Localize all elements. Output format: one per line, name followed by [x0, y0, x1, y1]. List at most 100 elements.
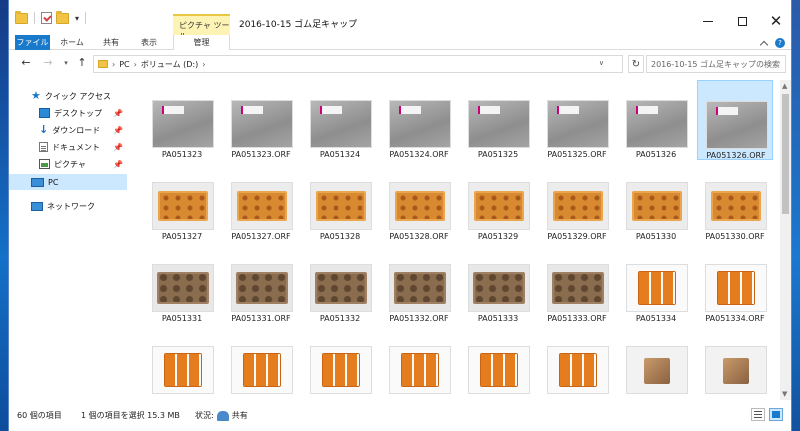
file-item[interactable]: PA051330.ORF: [697, 162, 773, 242]
sidebar-item-network[interactable]: ネットワーク: [9, 198, 127, 214]
file-thumbnail: [310, 346, 372, 394]
file-thumbnail: [389, 182, 451, 230]
scroll-down-icon[interactable]: ▼: [782, 390, 787, 398]
product-photo: [316, 191, 366, 221]
close-button[interactable]: ✕: [761, 12, 791, 30]
file-item[interactable]: PA051325.ORF: [539, 80, 615, 160]
file-item[interactable]: PA051328.ORF: [381, 162, 457, 242]
product-photo: [560, 354, 596, 386]
file-item[interactable]: PA051334: [618, 244, 694, 324]
sidebar-item-quick-access[interactable]: ★ クイック アクセス: [9, 88, 127, 104]
file-item[interactable]: [223, 326, 299, 400]
sidebar-item-pictures[interactable]: ピクチャ 📌: [9, 156, 127, 172]
product-photo: [473, 272, 525, 304]
maximize-button[interactable]: [727, 12, 757, 30]
tab-view[interactable]: 表示: [134, 35, 164, 50]
tab-file[interactable]: ファイル: [15, 35, 50, 50]
sidebar-item-pc[interactable]: PC: [9, 174, 127, 190]
sidebar-item-downloads[interactable]: ↓ ダウンロード 📌: [9, 122, 127, 138]
file-item[interactable]: PA051329.ORF: [539, 162, 615, 242]
minimize-button[interactable]: [693, 12, 723, 30]
large-icons-view-button[interactable]: [769, 408, 783, 421]
explorer-window: ▾ ピクチャ ツール 2016-10-15 ゴム足キャップ ✕ ファイル ホーム…: [8, 0, 792, 431]
recent-locations-button[interactable]: ▾: [59, 56, 73, 70]
scrollbar-thumb[interactable]: [782, 94, 789, 214]
help-icon[interactable]: ?: [775, 38, 785, 48]
file-thumbnail: [231, 346, 293, 394]
file-item[interactable]: PA051330: [618, 162, 694, 242]
file-item[interactable]: PA051331: [144, 244, 220, 324]
file-name: PA051323: [161, 150, 203, 159]
breadcrumb-pc[interactable]: PC: [119, 60, 129, 69]
sidebar-item-label: ピクチャ: [54, 159, 86, 169]
file-item[interactable]: PA051329: [460, 162, 536, 242]
selection-info: 1 個の項目を選択 15.3 MB: [81, 411, 180, 420]
file-item[interactable]: PA051325: [460, 80, 536, 160]
file-item[interactable]: [144, 326, 220, 400]
breadcrumb-volume[interactable]: ボリューム (D:): [141, 59, 198, 70]
file-item[interactable]: PA051323.ORF: [223, 80, 299, 160]
up-button[interactable]: ↑: [75, 56, 89, 70]
file-item[interactable]: PA051333.ORF: [539, 244, 615, 324]
file-name: PA051331: [161, 314, 203, 323]
file-item[interactable]: PA051331.ORF: [223, 244, 299, 324]
back-button[interactable]: ←: [19, 56, 33, 70]
ribbon-controls: ?: [759, 38, 785, 49]
shared-users-icon: [216, 410, 229, 421]
tab-manage[interactable]: 管理: [173, 35, 230, 50]
file-name: PA051330: [635, 232, 677, 241]
address-bar[interactable]: › PC › ボリューム (D:) › ∨: [93, 55, 623, 73]
file-name: PA051333.ORF: [547, 314, 607, 323]
expand-ribbon-icon[interactable]: [759, 40, 769, 49]
sidebar-item-desktop[interactable]: デスクトップ 📌: [9, 105, 127, 121]
details-view-button[interactable]: [751, 408, 765, 421]
document-icon: [39, 142, 48, 152]
file-item[interactable]: PA051334.ORF: [697, 244, 773, 324]
file-item[interactable]: PA051324: [302, 80, 378, 160]
tab-home[interactable]: ホーム: [57, 35, 87, 50]
file-thumbnail: [231, 100, 293, 148]
chevron-right-icon[interactable]: ›: [134, 60, 137, 69]
product-photo: [723, 358, 749, 384]
file-item[interactable]: PA051326: [618, 80, 694, 160]
navigation-pane: ★ クイック アクセス デスクトップ 📌 ↓ ダウンロード 📌 ドキュメント 📌…: [9, 80, 129, 400]
file-item[interactable]: PA051332: [302, 244, 378, 324]
file-item[interactable]: [539, 326, 615, 400]
scroll-up-icon[interactable]: ▲: [782, 82, 787, 90]
file-item[interactable]: [302, 326, 378, 400]
forward-button[interactable]: →: [41, 56, 55, 70]
file-item[interactable]: [618, 326, 694, 400]
file-item[interactable]: PA051332.ORF: [381, 244, 457, 324]
file-item[interactable]: [381, 326, 457, 400]
sidebar-item-documents[interactable]: ドキュメント 📌: [9, 139, 127, 155]
product-photo: [394, 272, 446, 304]
product-photo: [395, 191, 445, 221]
chevron-right-icon[interactable]: ›: [112, 60, 115, 69]
file-item[interactable]: PA051328: [302, 162, 378, 242]
product-photo: [481, 354, 517, 386]
tab-share[interactable]: 共有: [96, 35, 126, 50]
file-item[interactable]: PA051326.ORF: [697, 80, 773, 160]
file-item[interactable]: PA051327.ORF: [223, 162, 299, 242]
sidebar-item-label: ドキュメント: [52, 142, 100, 152]
refresh-button[interactable]: ↻: [628, 55, 644, 73]
network-icon: [31, 201, 43, 211]
new-folder-icon[interactable]: [56, 10, 69, 24]
pin-icon: 📌: [113, 159, 123, 169]
file-item[interactable]: [697, 326, 773, 400]
properties-icon[interactable]: [41, 12, 52, 24]
search-input[interactable]: 2016-10-15 ゴム足キャップの検索: [646, 55, 786, 73]
file-name: PA051330.ORF: [705, 232, 765, 241]
file-item[interactable]: PA051323: [144, 80, 220, 160]
vertical-scrollbar[interactable]: ▲ ▼: [780, 80, 791, 400]
file-item[interactable]: PA051324.ORF: [381, 80, 457, 160]
customize-toolbar-icon[interactable]: ▾: [75, 14, 79, 23]
file-name: PA051332: [319, 314, 361, 323]
file-item[interactable]: [460, 326, 536, 400]
chevron-right-icon[interactable]: ›: [202, 60, 205, 69]
chevron-down-icon[interactable]: ∨: [599, 59, 604, 67]
file-item[interactable]: PA051327: [144, 162, 220, 242]
file-item[interactable]: PA051333: [460, 244, 536, 324]
product-photo: [711, 191, 761, 221]
product-photo: [639, 272, 675, 304]
